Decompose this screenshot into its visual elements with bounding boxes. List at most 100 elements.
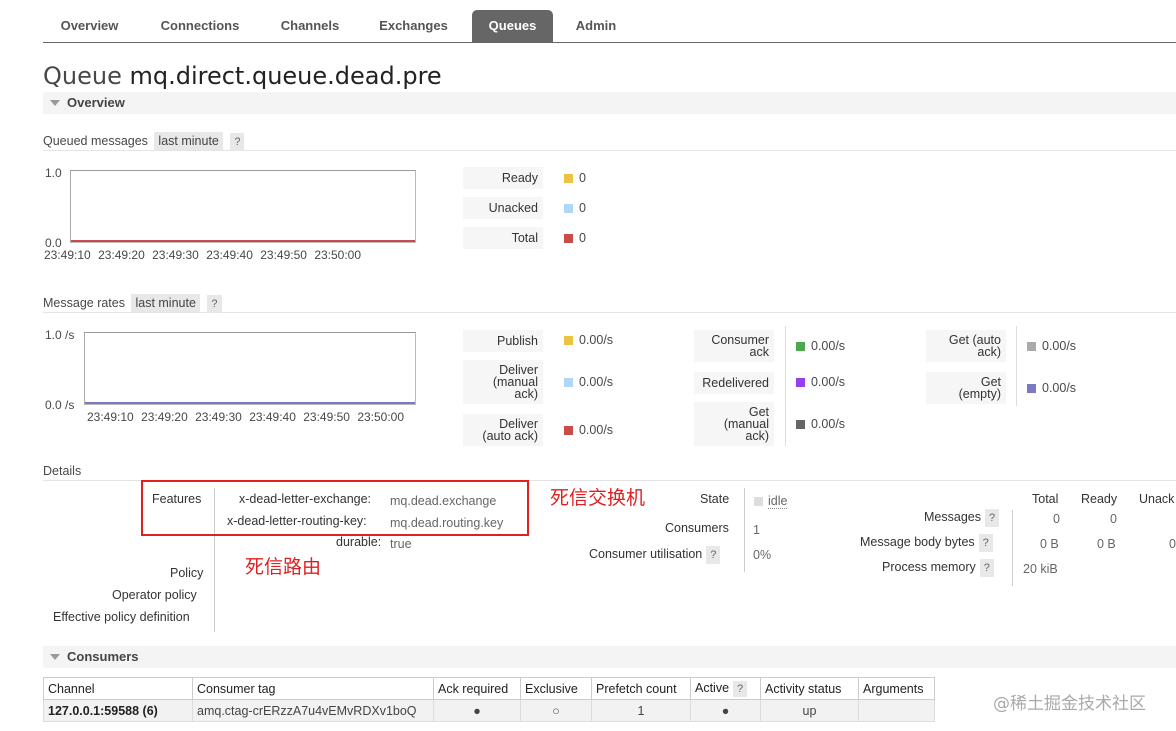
- legend-total-value: 0: [579, 231, 586, 245]
- channel-link[interactable]: 127.0.0.1:59588 (6): [43, 699, 193, 722]
- publish-swatch: [564, 336, 573, 345]
- message-rates-header: Message rates last minute ?: [43, 293, 1176, 313]
- unacked-swatch: [564, 204, 573, 213]
- consumers-count-label: Consumers: [665, 521, 729, 535]
- deliver-manual-swatch: [564, 378, 573, 387]
- col-consumer-tag: Consumer tag: [192, 677, 434, 700]
- label-line: ack): [514, 387, 538, 401]
- rates-y-top: 1.0 /s: [45, 328, 75, 342]
- stats-row-label: Process memory?: [882, 559, 994, 577]
- rates-tick: 23:49:40: [249, 410, 296, 424]
- queued-y-top: 1.0: [45, 166, 62, 180]
- legend-redelivered-value: 0.00/s: [811, 375, 846, 389]
- consumers-section-toggle[interactable]: Consumers: [43, 646, 1176, 668]
- legend-deliver-manual-value: 0.00/s: [579, 375, 614, 389]
- col-exclusive: Exclusive: [520, 677, 592, 700]
- legend-deliver-manual-label: Deliver (manual ack): [463, 360, 543, 404]
- annotation-routing: 死信路由: [245, 556, 322, 578]
- feature-key: durable:: [336, 535, 382, 549]
- consumers-table: Channel Consumer tag Ack required Exclus…: [43, 677, 935, 722]
- legend-consumer-ack-label: Consumer ack: [694, 330, 774, 362]
- body-bytes-help-icon[interactable]: ?: [978, 534, 993, 552]
- get-auto-swatch: [1027, 342, 1036, 351]
- stats-header-total: Total: [1032, 492, 1059, 506]
- rates-tick: 23:49:30: [195, 410, 242, 424]
- stats-cell: 0: [1110, 512, 1117, 526]
- stats-label-text: Message body bytes: [860, 535, 975, 549]
- exclusive-cell: ○: [520, 699, 592, 722]
- memory-help-icon[interactable]: ?: [979, 559, 994, 577]
- tab-channels[interactable]: Channels: [264, 10, 356, 42]
- deliver-auto-swatch: [564, 426, 573, 435]
- details-header: Details: [43, 461, 1176, 481]
- legend-deliver-auto-value: 0.00/s: [579, 423, 614, 437]
- queued-messages-chart: [70, 170, 416, 243]
- policy-label: Policy: [170, 566, 204, 580]
- queued-tick: 23:49:10: [44, 248, 91, 262]
- consumer-ack-swatch: [796, 342, 805, 351]
- page-title: Queue mq.direct.queue.dead.pre: [43, 62, 442, 90]
- legend-unacked-label: Unacked: [463, 197, 543, 219]
- col-prefetch: Prefetch count: [591, 677, 691, 700]
- tab-queues[interactable]: Queues: [472, 10, 553, 42]
- consumer-tag-cell: amq.ctag-crERzzA7u4vEMvRDXv1boQ: [192, 699, 434, 722]
- tab-connections[interactable]: Connections: [146, 10, 254, 42]
- redelivered-swatch: [796, 378, 805, 387]
- stats-divider: [1012, 510, 1013, 586]
- rates-help-icon[interactable]: ?: [207, 295, 222, 313]
- col-ack-required: Ack required: [433, 677, 521, 700]
- queued-messages-header: Queued messages last minute ?: [43, 131, 1176, 151]
- collapse-triangle-icon: [50, 100, 60, 106]
- stats-label-text: Messages: [924, 510, 981, 524]
- stats-header-ready: Ready: [1081, 492, 1118, 506]
- tab-overview[interactable]: Overview: [43, 10, 136, 42]
- stats-cell: 20 kiB: [1023, 562, 1058, 576]
- annotation-exchange: 死信交换机: [550, 487, 646, 509]
- state-value: idle: [768, 494, 788, 509]
- active-cell: ●: [690, 699, 761, 722]
- stats-row-label: Messages?: [924, 509, 1000, 527]
- active-help-icon[interactable]: ?: [733, 680, 748, 697]
- watermark: @稀土掘金技术社区: [993, 694, 1146, 714]
- messages-help-icon[interactable]: ?: [984, 509, 1000, 527]
- col-arguments: Arguments: [858, 677, 935, 700]
- col-activity-status: Activity status: [760, 677, 859, 700]
- utilisation-label: Consumer utilisation?: [589, 546, 721, 564]
- legend-total-label: Total: [463, 227, 543, 249]
- queued-range-selector[interactable]: last minute: [154, 132, 223, 150]
- highlight-box: [141, 480, 529, 536]
- label-line: (auto ack): [482, 429, 538, 443]
- stats-cell: 0: [1053, 512, 1060, 526]
- arguments-cell: [858, 699, 935, 722]
- main-nav: Overview Connections Channels Exchanges …: [43, 10, 1176, 43]
- stats-label-text: Process memory: [882, 560, 976, 574]
- legend-get-empty-value: 0.00/s: [1042, 381, 1077, 395]
- tab-admin[interactable]: Admin: [563, 10, 629, 42]
- queued-tick: 23:49:20: [98, 248, 145, 262]
- rates-y-bottom: 0.0 /s: [45, 398, 75, 412]
- prefetch-cell: 1: [591, 699, 691, 722]
- legend-separator: [785, 326, 786, 446]
- legend-get-auto-value: 0.00/s: [1042, 339, 1077, 353]
- ready-swatch: [564, 174, 573, 183]
- stats-header-unack: Unack: [1139, 492, 1175, 506]
- overview-section-toggle[interactable]: Overview: [43, 92, 1176, 114]
- legend-get-manual-label: Get (manual ack): [694, 402, 774, 446]
- legend-publish-label: Publish: [463, 330, 543, 352]
- rates-tick: 23:49:20: [141, 410, 188, 424]
- queue-name: mq.direct.queue.dead.pre: [129, 62, 442, 90]
- consumers-count-value: 1: [753, 523, 760, 537]
- tab-exchanges[interactable]: Exchanges: [366, 10, 461, 42]
- details-title: Details: [43, 464, 82, 478]
- queued-help-icon[interactable]: ?: [230, 133, 245, 151]
- total-swatch: [564, 234, 573, 243]
- legend-ready-value: 0: [579, 171, 586, 185]
- get-empty-swatch: [1027, 384, 1036, 393]
- col-active: Active?: [690, 677, 761, 700]
- col-channel: Channel: [43, 677, 193, 700]
- stats-cell: 0 B: [1040, 537, 1059, 551]
- rates-x-ticks: 23:49:10 23:49:20 23:49:30 23:49:40 23:4…: [87, 410, 404, 424]
- utilisation-help-icon[interactable]: ?: [706, 546, 721, 564]
- rates-range-selector[interactable]: last minute: [131, 294, 200, 312]
- label-line: ack): [745, 429, 769, 443]
